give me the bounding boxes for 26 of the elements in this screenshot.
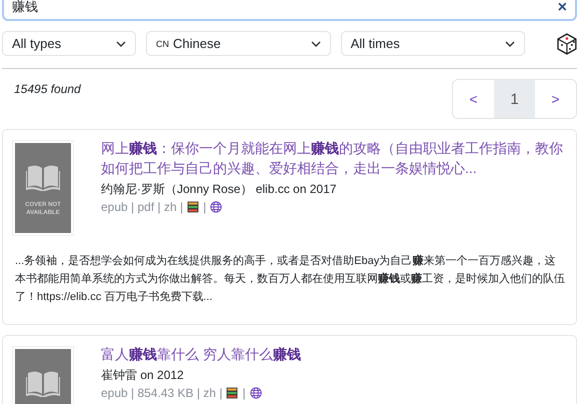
- filter-dropdown[interactable]: CN Chinese: [146, 31, 331, 56]
- chevron-down-icon: [116, 40, 126, 46]
- page-button[interactable]: 1: [494, 80, 535, 118]
- file-info: epub | pdf | zh |: [101, 200, 184, 214]
- filter-dropdown[interactable]: All types: [2, 31, 136, 56]
- open-book-icon: [26, 369, 60, 397]
- book-title-link[interactable]: 富人赚钱靠什么 穷人靠什么赚钱: [101, 344, 566, 364]
- dice-icon[interactable]: [557, 32, 577, 54]
- separator: |: [203, 200, 206, 214]
- books-icon: [226, 387, 238, 399]
- chevron-down-icon: [505, 40, 516, 46]
- chevron-down-icon: [310, 40, 321, 46]
- author-line: 崔钟雷 on 2012: [101, 367, 185, 384]
- open-book-icon: [26, 163, 60, 191]
- results-count: 15495 found: [14, 82, 81, 98]
- clear-icon[interactable]: ×: [558, 0, 567, 16]
- separator: |: [242, 386, 246, 400]
- book-title-link[interactable]: 网上赚钱：保你一个月就能在网上赚钱的攻略（自由职业者工作指南，教你如何把工作与自己的兴趣、爱好相结合，走出一条娱情悦心...: [101, 138, 566, 178]
- books-icon: [187, 201, 200, 213]
- search-field[interactable]: 赚钱 ×: [2, 0, 577, 21]
- filter-dropdown[interactable]: All times: [340, 31, 526, 56]
- description-text: ...务领袖，是否想学会如何成为在线提供服务的高手，或者是否对借助Ebay为自己赚来第一个一百万感兴趣，这本书都能用简单系统的方式为你做出解答。每天，数百万人都在使用互联网赚钱或赚工资，是时候加入他们的队伍了！https://elib.cc 百万电子书免费下载...: [15, 254, 566, 305]
- author-line: 约翰尼·罗斯（Jonny Rose） elib.cc on 2017: [101, 181, 338, 198]
- file-info: epub | 854.43 KB | zh |: [101, 386, 222, 400]
- globe-icon[interactable]: [250, 387, 262, 399]
- globe-icon[interactable]: [210, 201, 222, 213]
